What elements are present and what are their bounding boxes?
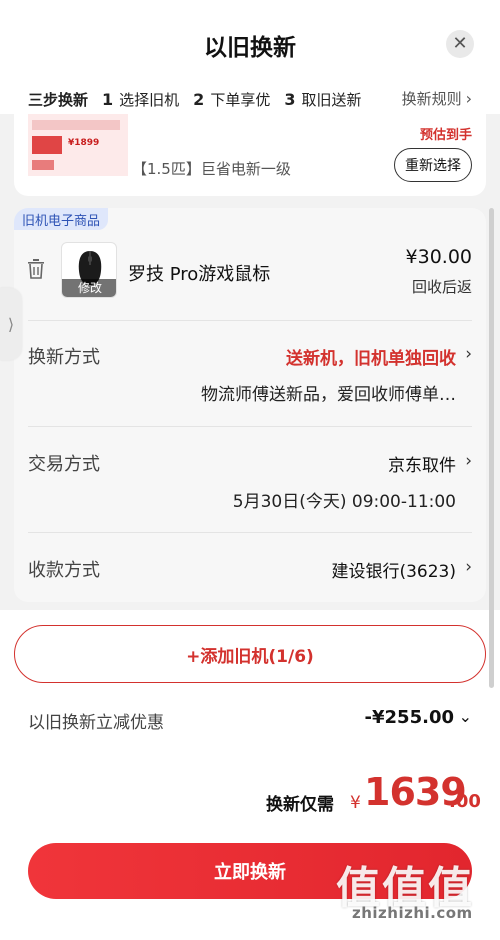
pickup-time: 5月30日(今天) 09:00-11:00	[232, 492, 456, 512]
divider	[28, 532, 472, 533]
edit-label[interactable]: 修改	[62, 279, 116, 297]
old-item-price: ¥30.00	[405, 246, 472, 268]
chevron-right-icon[interactable]: ›	[465, 451, 472, 471]
total-label: 换新仅需	[266, 795, 334, 815]
estimate-label: 预估到手	[419, 128, 472, 143]
old-item-price-note: 回收后返	[411, 278, 472, 296]
total-currency: ¥	[350, 793, 361, 813]
page-title: 以旧换新	[204, 35, 296, 61]
old-item-card: 旧机电子商品 修改 罗技 Pro游戏鼠标 ¥30.00 回收后返 换新方式 送新…	[14, 208, 486, 602]
close-icon[interactable]: ✕	[446, 30, 474, 58]
watermark-text: zhizhizhi.com	[352, 904, 473, 922]
product-thumbnail[interactable]: ¥1899	[28, 114, 128, 176]
trash-icon[interactable]	[26, 258, 46, 280]
trade-in-page: 以旧换新 ✕ 三步换新 1 选择旧机 2 下单享优 3 取旧送新 换新规则 › …	[0, 0, 500, 940]
steps-bar: 三步换新 1 选择旧机 2 下单享优 3 取旧送新 换新规则 ›	[0, 84, 500, 114]
step-2: 2 下单享优	[193, 89, 270, 110]
exchange-method-label: 换新方式	[28, 347, 100, 368]
rules-link[interactable]: 换新规则 ›	[402, 88, 472, 109]
steps-title: 三步换新	[28, 90, 89, 109]
payment-method-label: 收款方式	[28, 560, 100, 581]
header: 以旧换新 ✕	[0, 0, 500, 84]
side-drawer-handle[interactable]: ⟩	[0, 288, 22, 360]
chevron-right-icon: ›	[465, 89, 472, 108]
watermark-logo: 值 值 值 zhizhizhi.com	[336, 852, 486, 928]
exchange-method-value[interactable]: 送新机，旧机单独回收	[286, 344, 456, 369]
step-label: 下单享优	[210, 90, 271, 109]
chevron-right-icon[interactable]: ›	[465, 344, 472, 364]
step-number: 1	[102, 89, 114, 109]
old-item-name: 罗技 Pro游戏鼠标	[128, 264, 271, 285]
step-number: 2	[193, 89, 205, 109]
step-label: 选择旧机	[119, 90, 180, 109]
rules-label: 换新规则	[401, 90, 462, 108]
step-3: 3 取旧送新	[284, 89, 361, 110]
transaction-method-value[interactable]: 京东取件	[388, 451, 456, 476]
discount-value[interactable]: -¥255.00	[365, 707, 454, 728]
exchange-method-detail: 物流师傅送新品，爱回收师傅单…	[201, 385, 456, 405]
old-item-thumbnail[interactable]: 修改	[61, 242, 117, 298]
old-item-tag: 旧机电子商品	[14, 208, 109, 230]
transaction-method-label: 交易方式	[28, 454, 100, 475]
scrollbar[interactable]	[489, 208, 494, 688]
step-label: 取旧送新	[301, 90, 362, 109]
discount-label: 以旧换新立减优惠	[28, 713, 164, 733]
step-number: 3	[284, 89, 296, 109]
add-old-device-button[interactable]: +添加旧机(1/6)	[14, 625, 486, 683]
divider	[28, 320, 472, 321]
thumb-price: ¥1899	[68, 138, 100, 148]
divider	[28, 426, 472, 427]
step-1: 1 选择旧机	[102, 89, 179, 110]
new-product-card: ¥1899 预估到手 【1.5匹】巨省电新一级 重新选择	[14, 114, 486, 196]
total-decimal: .00	[449, 791, 481, 812]
reselect-button[interactable]: 重新选择	[394, 148, 472, 182]
chevron-right-icon[interactable]: ›	[465, 557, 472, 577]
payment-method-value[interactable]: 建设银行(3623)	[331, 557, 456, 582]
chevron-down-icon[interactable]: ⌄	[459, 707, 472, 726]
new-product-name: 【1.5匹】巨省电新一级	[132, 160, 291, 178]
